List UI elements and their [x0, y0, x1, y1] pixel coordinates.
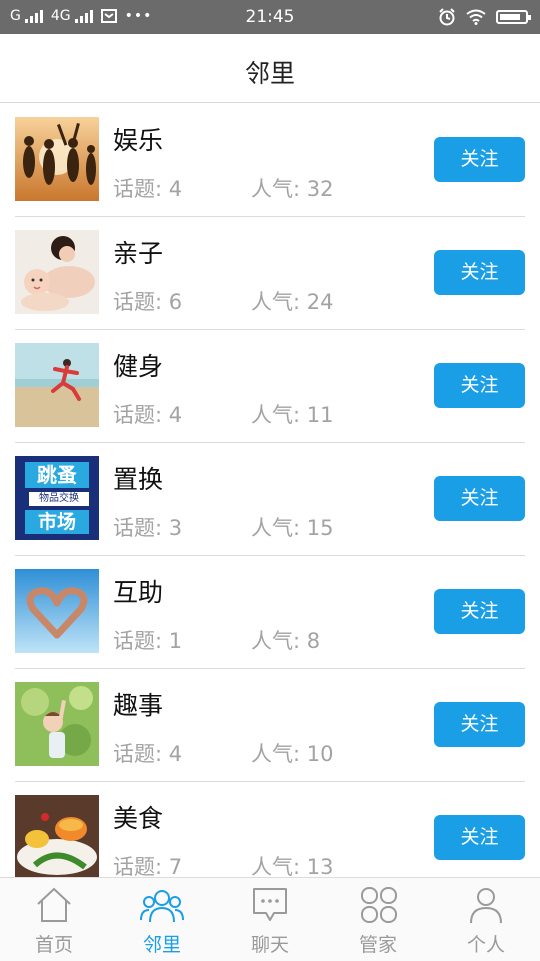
- list-item-entertainment[interactable]: 娱乐 话题: 4 人气: 32 关注: [15, 103, 525, 217]
- neighbors-icon: [140, 890, 184, 923]
- list-item-exchange[interactable]: 跳蚤 物品交换 市场 置换 话题: 3 人气: 15 关注: [15, 442, 525, 556]
- tab-profile[interactable]: 个人: [432, 878, 540, 961]
- group-name: 健身: [113, 352, 164, 381]
- topic-count: 话题: 7: [113, 855, 183, 877]
- popularity-count: 人气: 24: [251, 290, 334, 314]
- thumbnail-parenting: [15, 230, 99, 314]
- group-list: 娱乐 话题: 4 人气: 32 关注 亲子 话题: 6 人气: 24 关注 健身…: [0, 103, 540, 877]
- tab-label: 首页: [34, 934, 73, 956]
- follow-button[interactable]: 关注: [434, 815, 525, 860]
- battery-icon: [496, 10, 531, 24]
- popularity-count: 人气: 15: [251, 516, 334, 540]
- list-item-mutual-help[interactable]: 互助 话题: 1 人气: 8 关注: [15, 555, 525, 669]
- topic-count: 话题: 4: [113, 177, 183, 201]
- tab-label: 个人: [466, 934, 505, 956]
- topic-count: 话题: 6: [113, 290, 183, 314]
- topic-count: 话题: 4: [113, 742, 183, 766]
- popularity-count: 人气: 10: [251, 742, 334, 766]
- alarm-icon: [439, 8, 455, 26]
- topic-count: 话题: 1: [113, 629, 183, 653]
- follow-button[interactable]: 关注: [434, 476, 525, 521]
- thumbnail-fitness: [15, 343, 99, 427]
- group-name: 美食: [113, 804, 164, 833]
- thumbnail-fun: [15, 682, 99, 766]
- topic-count: 话题: 3: [113, 516, 183, 540]
- group-name: 趣事: [113, 691, 164, 720]
- header: 邻里: [0, 34, 540, 103]
- wifi-icon: [466, 9, 486, 25]
- page-title: 邻里: [244, 59, 295, 88]
- follow-button[interactable]: 关注: [434, 137, 525, 182]
- list-item-fun[interactable]: 趣事 话题: 4 人气: 10 关注: [15, 668, 525, 782]
- tab-label: 管家: [358, 934, 397, 956]
- topic-count: 话题: 4: [113, 403, 183, 427]
- tab-butler[interactable]: 管家: [324, 878, 432, 961]
- thumbnail-exchange: 跳蚤 物品交换 市场: [15, 456, 99, 540]
- follow-button[interactable]: 关注: [434, 702, 525, 747]
- popularity-count: 人气: 11: [251, 403, 334, 427]
- status-bar: G 4G ••• 21:45: [0, 0, 540, 34]
- thumb-text-3: 市场: [25, 510, 89, 534]
- group-name: 置换: [113, 465, 164, 494]
- thumbnail-mutual-help: [15, 569, 99, 653]
- tab-bar: 首页 邻里 聊天 管家 个人: [0, 877, 540, 961]
- home-icon: [37, 887, 71, 922]
- popularity-count: 人气: 13: [251, 855, 334, 877]
- list-item-parenting[interactable]: 亲子 话题: 6 人气: 24 关注: [15, 216, 525, 330]
- group-name: 互助: [113, 578, 164, 607]
- group-name: 亲子: [113, 239, 164, 268]
- thumb-text-1: 跳蚤: [25, 462, 89, 488]
- thumbnail-food: [15, 795, 99, 877]
- tab-home[interactable]: 首页: [0, 878, 108, 961]
- tab-label: 聊天: [250, 934, 289, 956]
- group-name: 娱乐: [113, 126, 164, 155]
- tab-label: 邻里: [142, 934, 181, 956]
- popularity-count: 人气: 8: [251, 629, 321, 653]
- popularity-count: 人气: 32: [251, 177, 334, 201]
- tab-neighbors[interactable]: 邻里: [108, 878, 216, 961]
- person-icon: [470, 888, 502, 924]
- follow-button[interactable]: 关注: [434, 250, 525, 295]
- grid-icon: [361, 887, 397, 923]
- follow-button[interactable]: 关注: [434, 589, 525, 634]
- list-item-fitness[interactable]: 健身 话题: 4 人气: 11 关注: [15, 329, 525, 443]
- follow-button[interactable]: 关注: [434, 363, 525, 408]
- tab-chat[interactable]: 聊天: [216, 878, 324, 961]
- thumb-text-2: 物品交换: [29, 492, 89, 506]
- status-right: [438, 8, 531, 26]
- chat-icon: [253, 888, 287, 921]
- list-item-food[interactable]: 美食 话题: 7 人气: 13 关注: [15, 781, 525, 877]
- thumbnail-entertainment: [15, 117, 99, 201]
